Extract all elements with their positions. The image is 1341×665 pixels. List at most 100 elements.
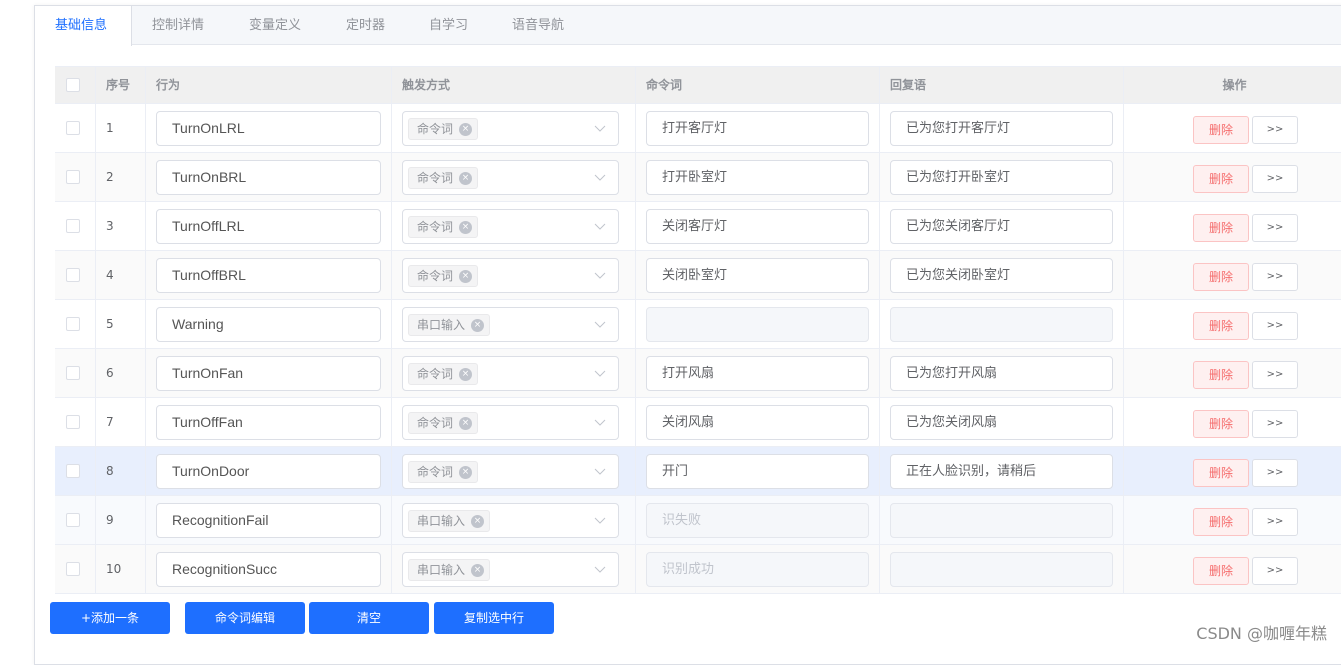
command-input[interactable] <box>646 307 869 342</box>
copy-selected-button[interactable]: 复制选中行 <box>434 602 554 634</box>
clear-button[interactable]: 清空 <box>309 602 429 634</box>
tag-close-icon[interactable]: × <box>471 319 485 332</box>
row-index: 6 <box>106 366 114 380</box>
command-input[interactable]: 关闭客厅灯 <box>646 209 869 244</box>
delete-button[interactable]: 删除 <box>1193 165 1249 193</box>
more-button[interactable]: >> <box>1252 312 1298 340</box>
delete-button[interactable]: 删除 <box>1193 263 1249 291</box>
action-input[interactable]: TurnOffLRL <box>156 209 381 244</box>
more-button[interactable]: >> <box>1252 459 1298 487</box>
tab-timer[interactable]: 定时器 <box>326 6 405 45</box>
command-input[interactable]: 打开风扇 <box>646 356 869 391</box>
command-cell: 打开卧室灯 <box>636 153 880 202</box>
more-button[interactable]: >> <box>1252 508 1298 536</box>
tab-self-learning[interactable]: 自学习 <box>409 6 488 45</box>
trigger-select[interactable]: 命令词 × <box>402 454 619 489</box>
trigger-select[interactable]: 命令词 × <box>402 356 619 391</box>
row-checkbox[interactable] <box>66 170 80 184</box>
row-checkbox[interactable] <box>66 513 80 527</box>
action-input[interactable]: TurnOnLRL <box>156 111 381 146</box>
edit-commands-button[interactable]: 命令词编辑 <box>185 602 305 634</box>
add-row-button[interactable]: +添加一条 <box>50 602 170 634</box>
trigger-select[interactable]: 串口输入 × <box>402 307 619 342</box>
action-input[interactable]: RecognitionSucc <box>156 552 381 587</box>
action-input[interactable]: TurnOffBRL <box>156 258 381 293</box>
trigger-select[interactable]: 命令词 × <box>402 258 619 293</box>
reply-input[interactable]: 已为您打开风扇 <box>890 356 1113 391</box>
row-checkbox[interactable] <box>66 121 80 135</box>
trigger-select[interactable]: 命令词 × <box>402 111 619 146</box>
command-input[interactable]: 打开卧室灯 <box>646 160 869 195</box>
tag-close-icon[interactable]: × <box>471 515 485 528</box>
action-input[interactable]: TurnOnFan <box>156 356 381 391</box>
command-cell: 识失败 <box>636 496 880 545</box>
more-button[interactable]: >> <box>1252 361 1298 389</box>
delete-button[interactable]: 删除 <box>1193 508 1249 536</box>
tab-voice-navigation[interactable]: 语音导航 <box>492 6 584 45</box>
delete-button[interactable]: 删除 <box>1193 116 1249 144</box>
select-all-checkbox[interactable] <box>66 78 80 92</box>
tag-close-icon[interactable]: × <box>459 466 473 479</box>
delete-button[interactable]: 删除 <box>1193 410 1249 438</box>
reply-input[interactable] <box>890 552 1113 587</box>
action-input[interactable]: TurnOffFan <box>156 405 381 440</box>
more-button[interactable]: >> <box>1252 410 1298 438</box>
row-checkbox[interactable] <box>66 317 80 331</box>
row-checkbox[interactable] <box>66 219 80 233</box>
tag-close-icon[interactable]: × <box>459 172 473 185</box>
reply-input[interactable]: 已为您打开客厅灯 <box>890 111 1113 146</box>
delete-button[interactable]: 删除 <box>1193 557 1249 585</box>
reply-input[interactable]: 已为您关闭卧室灯 <box>890 258 1113 293</box>
command-input[interactable]: 开门 <box>646 454 869 489</box>
trigger-select[interactable]: 命令词 × <box>402 405 619 440</box>
action-input[interactable]: Warning <box>156 307 381 342</box>
more-button[interactable]: >> <box>1252 116 1298 144</box>
more-button[interactable]: >> <box>1252 214 1298 242</box>
tag-close-icon[interactable]: × <box>459 221 473 234</box>
tag-close-icon[interactable]: × <box>471 564 485 577</box>
row-checkbox[interactable] <box>66 562 80 576</box>
row-checkbox[interactable] <box>66 464 80 478</box>
tag-close-icon[interactable]: × <box>459 270 473 283</box>
command-input[interactable]: 打开客厅灯 <box>646 111 869 146</box>
reply-input[interactable]: 已为您关闭风扇 <box>890 405 1113 440</box>
tab-control-details[interactable]: 控制详情 <box>132 6 224 45</box>
reply-input[interactable]: 正在人脸识别，请稍后 <box>890 454 1113 489</box>
more-button[interactable]: >> <box>1252 165 1298 193</box>
action-cell: TurnOnFan <box>146 349 392 398</box>
tag-close-icon[interactable]: × <box>459 123 473 136</box>
select-cell <box>55 398 96 447</box>
reply-input[interactable]: 已为您关闭客厅灯 <box>890 209 1113 244</box>
trigger-select[interactable]: 命令词 × <box>402 209 619 244</box>
action-input[interactable]: RecognitionFail <box>156 503 381 538</box>
action-input[interactable]: TurnOnDoor <box>156 454 381 489</box>
delete-button[interactable]: 删除 <box>1193 214 1249 242</box>
more-button[interactable]: >> <box>1252 557 1298 585</box>
reply-input[interactable] <box>890 503 1113 538</box>
command-input[interactable]: 识别成功 <box>646 552 869 587</box>
trigger-tag-label: 命令词 <box>417 171 454 185</box>
row-checkbox[interactable] <box>66 415 80 429</box>
delete-button[interactable]: 删除 <box>1193 312 1249 340</box>
trigger-select[interactable]: 串口输入 × <box>402 503 619 538</box>
tag-close-icon[interactable]: × <box>459 368 473 381</box>
row-checkbox[interactable] <box>66 366 80 380</box>
reply-input[interactable] <box>890 307 1113 342</box>
tab-variable-definition[interactable]: 变量定义 <box>229 6 321 45</box>
action-input[interactable]: TurnOnBRL <box>156 160 381 195</box>
tab-basic-info[interactable]: 基础信息 <box>35 6 132 46</box>
reply-input[interactable]: 已为您打开卧室灯 <box>890 160 1113 195</box>
delete-button[interactable]: 删除 <box>1193 361 1249 389</box>
main-panel: 基础信息 控制详情 变量定义 定时器 自学习 语音导航 序号 行为 触发方式 命… <box>34 5 1341 665</box>
trigger-select[interactable]: 串口输入 × <box>402 552 619 587</box>
action-cell: TurnOnBRL <box>146 153 392 202</box>
command-input[interactable]: 识失败 <box>646 503 869 538</box>
trigger-select[interactable]: 命令词 × <box>402 160 619 195</box>
more-button[interactable]: >> <box>1252 263 1298 291</box>
tag-close-icon[interactable]: × <box>459 417 473 430</box>
delete-button[interactable]: 删除 <box>1193 459 1249 487</box>
row-checkbox[interactable] <box>66 268 80 282</box>
index-cell: 6 <box>96 349 146 398</box>
command-input[interactable]: 关闭卧室灯 <box>646 258 869 293</box>
command-input[interactable]: 关闭风扇 <box>646 405 869 440</box>
